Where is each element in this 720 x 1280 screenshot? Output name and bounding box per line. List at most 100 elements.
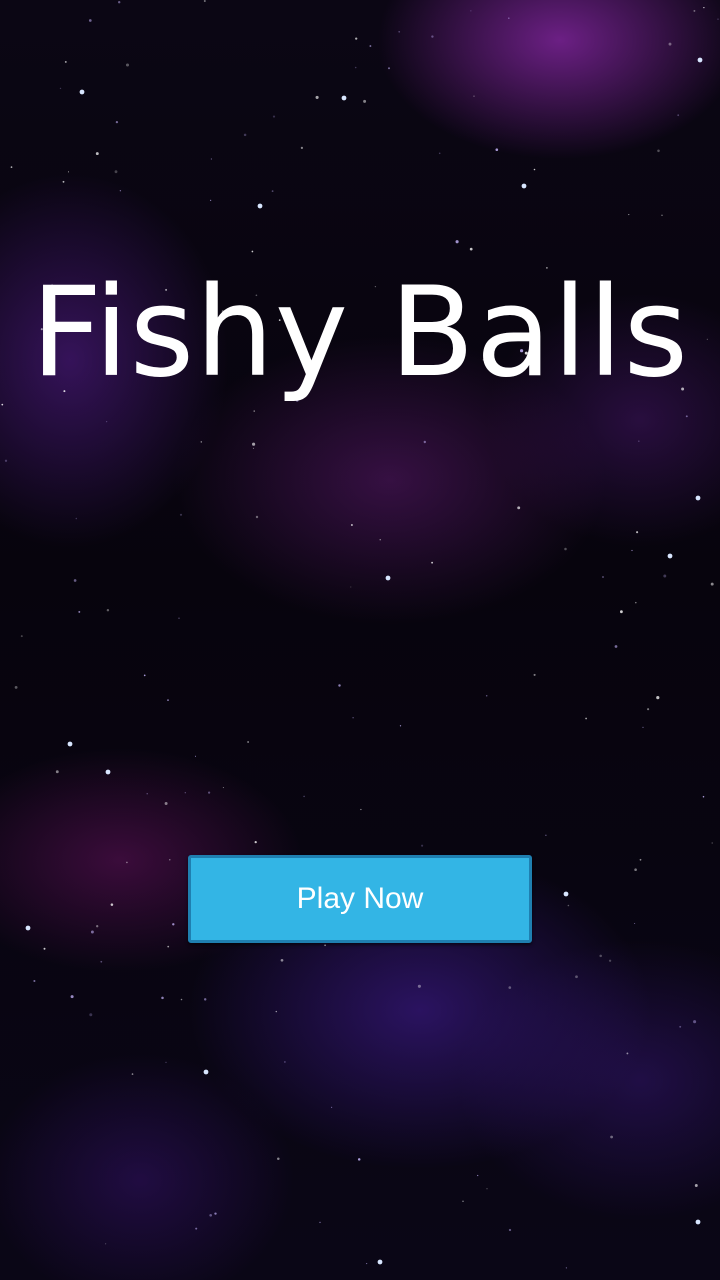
star [360, 808, 362, 811]
star [431, 561, 434, 564]
star [195, 755, 196, 757]
star [647, 708, 650, 711]
star [214, 1212, 217, 1215]
star [679, 1025, 682, 1028]
play-now-button[interactable]: Play Now [188, 855, 532, 943]
star [209, 199, 212, 202]
star [271, 190, 274, 193]
star [357, 1158, 361, 1161]
star [252, 447, 255, 449]
star [485, 694, 488, 697]
star [517, 506, 521, 510]
star [455, 240, 459, 244]
star [354, 66, 357, 69]
star [462, 1200, 464, 1202]
star [119, 190, 122, 192]
start-screen: Fishy Balls Play Now [0, 0, 720, 1280]
star [25, 925, 31, 931]
star [387, 67, 391, 70]
star [379, 539, 381, 541]
star [78, 610, 81, 613]
star [70, 995, 74, 999]
star [631, 549, 633, 552]
star [169, 859, 171, 861]
star [638, 440, 640, 442]
game-title: Fishy Balls [30, 261, 690, 405]
star [694, 1184, 698, 1187]
star [161, 996, 164, 1000]
star [75, 517, 78, 520]
star [126, 861, 128, 864]
star [695, 1219, 701, 1225]
starfield-background [1, 0, 719, 1269]
star [702, 795, 705, 798]
star [184, 792, 186, 794]
star [277, 1157, 280, 1161]
star [208, 791, 211, 794]
star [661, 214, 663, 216]
star [508, 986, 512, 989]
star [20, 635, 23, 638]
star [125, 63, 130, 67]
star [639, 858, 642, 861]
star [319, 1221, 321, 1224]
star [73, 579, 77, 582]
star [253, 410, 255, 412]
star [533, 673, 536, 676]
star [300, 146, 304, 150]
star [385, 575, 391, 581]
star [565, 1267, 568, 1269]
star [417, 984, 421, 988]
star [280, 958, 284, 962]
star [315, 95, 319, 99]
star [178, 617, 180, 619]
star [62, 180, 65, 183]
star [521, 183, 527, 189]
star [533, 168, 536, 171]
star [243, 133, 247, 137]
star [303, 795, 305, 798]
star [55, 770, 59, 774]
star [118, 1, 121, 4]
star [352, 717, 354, 719]
star [146, 793, 148, 795]
star [105, 1243, 107, 1245]
star [330, 1106, 333, 1109]
star [143, 674, 146, 677]
star [636, 531, 639, 534]
star [64, 60, 67, 63]
star [585, 717, 587, 720]
star [355, 37, 358, 40]
star [338, 684, 341, 687]
star [106, 608, 110, 612]
star [251, 250, 254, 253]
star [114, 170, 118, 174]
star [398, 30, 401, 33]
star [438, 152, 441, 155]
star [203, 998, 207, 1001]
star [272, 115, 276, 118]
star [657, 149, 660, 153]
star [165, 1061, 167, 1064]
star [247, 741, 249, 743]
star [105, 420, 108, 423]
star [620, 610, 623, 614]
star [350, 523, 353, 527]
star [469, 247, 473, 251]
star [695, 495, 701, 501]
star [110, 903, 114, 906]
star [43, 947, 46, 950]
star [717, 18, 719, 20]
star [172, 923, 175, 926]
star [635, 601, 637, 604]
star [200, 441, 203, 443]
star [167, 699, 169, 701]
star [508, 1228, 512, 1232]
star [610, 1135, 613, 1139]
star [90, 930, 94, 934]
star [473, 95, 475, 97]
star [275, 1010, 277, 1013]
star [10, 166, 13, 168]
star [399, 725, 402, 727]
star [634, 868, 637, 871]
